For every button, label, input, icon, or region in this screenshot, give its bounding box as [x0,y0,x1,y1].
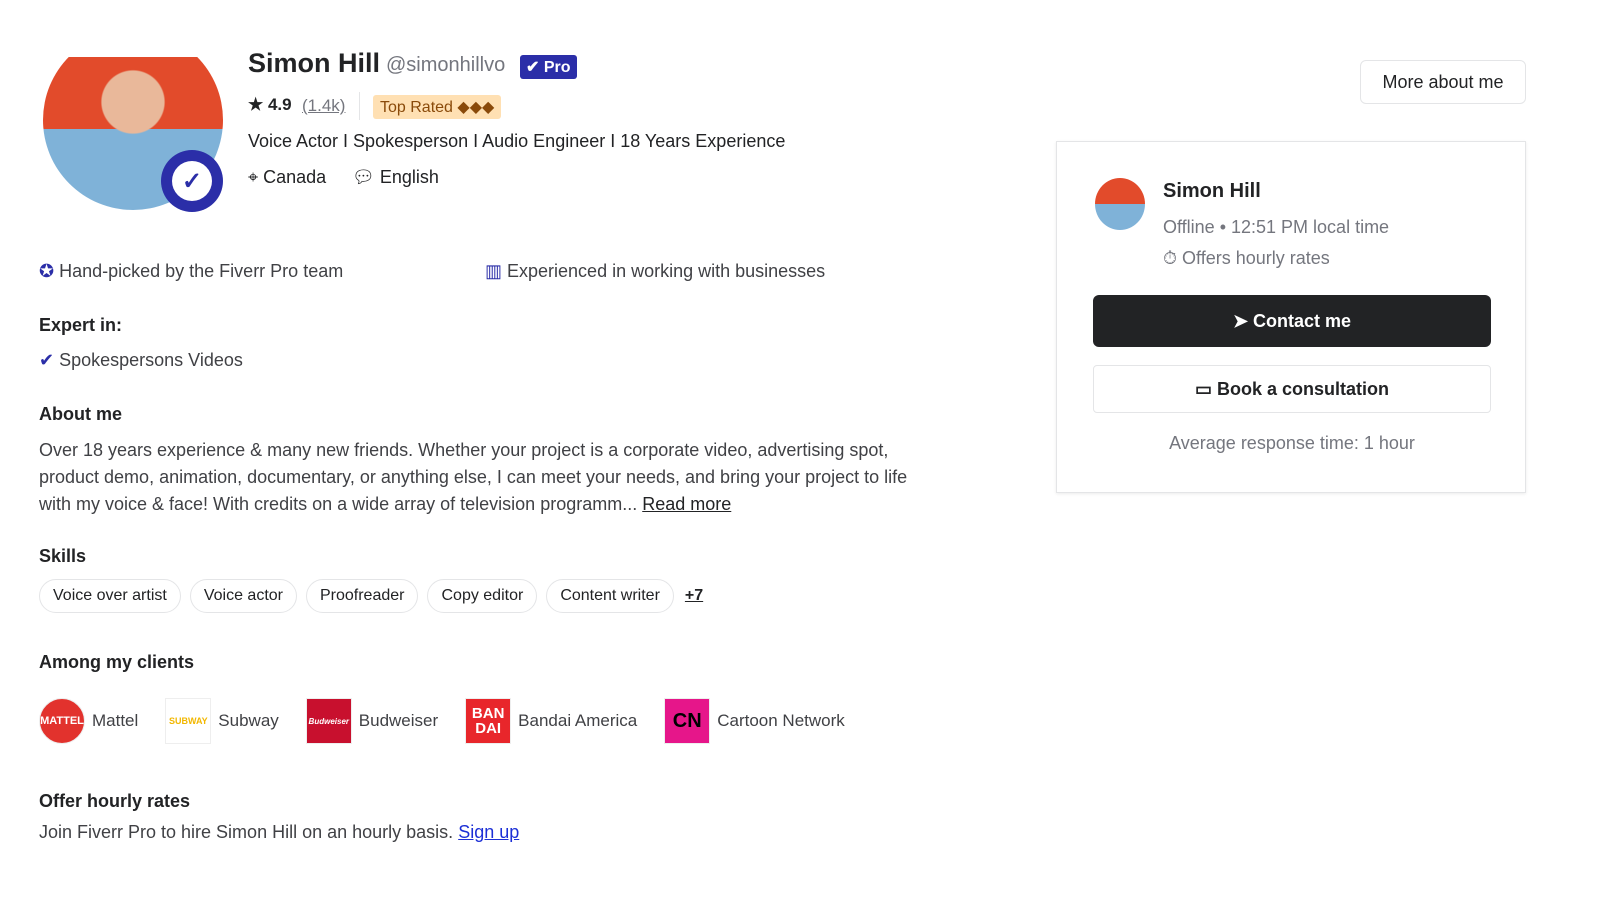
language: 💬︎ English [352,167,439,188]
send-icon: ➤ [1232,310,1254,331]
client-cartoon-network: CN Cartoon Network [664,698,845,744]
client-subway: SUBWAY Subway [165,698,279,744]
highlight-text: Experienced in working with businesses [507,261,826,281]
sign-up-link[interactable]: Sign up [458,822,519,842]
client-name: Cartoon Network [717,711,845,730]
read-more-link[interactable]: Read more [642,494,731,514]
contact-label: Contact me [1253,310,1352,331]
skill-chip[interactable]: Proofreader [305,579,419,613]
divider [359,92,360,120]
skills-list: Voice over artist Voice actor Proofreade… [39,579,703,613]
expert-text: Spokespersons Videos [59,350,243,370]
skill-chip[interactable]: Copy editor [427,579,538,613]
book-label: Book a consultation [1217,378,1390,399]
highlight-text: Hand-picked by the Fiverr Pro team [59,261,344,281]
client-bandai: BAN DAI Bandai America [465,698,637,744]
card-avatar [1095,178,1145,230]
profile-name: Simon Hill [248,48,381,78]
more-skills-link[interactable]: +7 [685,587,703,605]
pro-check-icon: ✔ [526,59,544,76]
rating: ★ 4.9 [248,95,292,115]
hourly-body: Join Fiverr Pro to hire Simon Hill on an… [39,822,454,842]
review-count[interactable]: (1.4k) [302,96,345,116]
highlight-handpicked: ✪ Hand-picked by the Fiverr Pro team [39,261,343,282]
book-consultation-button[interactable]: ▭ Book a consultation [1093,365,1491,413]
about-heading: About me [39,404,122,424]
contact-me-button[interactable]: ➤ Contact me [1093,295,1491,347]
stopwatch-icon: ⏱ [1163,248,1183,268]
skill-chip[interactable]: Content writer [546,579,674,613]
about-body: Over 18 years experience & many new frie… [39,440,908,514]
tagline: Voice Actor I Spokesperson I Audio Engin… [248,131,786,151]
client-name: Budweiser [358,711,439,730]
client-name: Mattel [92,711,139,730]
location: ⌖ Canada [248,167,326,188]
client-name: Bandai America [518,711,638,730]
card-status: Offline • 12:51 PM local time [1163,217,1390,237]
verified-badge-icon: ✓ [161,150,223,212]
pro-label: Pro [543,59,571,76]
country: Canada [263,167,327,187]
highlight-business: ▥ Experienced in working with businesses [485,261,825,282]
hourly-text: Join Fiverr Pro to hire Simon Hill on an… [39,822,519,843]
location-pin-icon: ⌖ [248,167,264,187]
clients-list: MATTEL Mattel SUBWAY Subway Budweiser Budwe… [39,698,872,744]
skills-heading: Skills [39,546,87,566]
more-about-me-button[interactable]: More about me [1360,60,1526,104]
card-hourly: ⏱ Offers hourly rates [1163,248,1330,269]
client-budweiser: Budweiser Budweiser [305,698,439,744]
client-mattel: MATTEL Mattel [39,698,138,744]
pro-badge: ✔ Pro [520,55,577,79]
expert-item: ✔ Spokespersons Videos [39,350,243,371]
star-icon: ★ [248,95,268,114]
subway-logo: SUBWAY [165,698,212,744]
clients-heading: Among my clients [39,652,195,672]
hourly-heading: Offer hourly rates [39,791,191,811]
language-label: English [379,167,439,187]
building-icon: ▥ [485,261,508,281]
about-text: Over 18 years experience & many new frie… [39,437,929,518]
speech-bubble-icon: 💬︎ [352,167,380,187]
rating-value: 4.9 [267,95,292,114]
skill-chip[interactable]: Voice over artist [39,579,181,613]
mattel-logo: MATTEL [39,698,85,744]
profile-handle: @simonhillvo [386,54,506,76]
contact-card: Simon Hill Offline • 12:51 PM local time… [1056,141,1526,493]
cartoon-network-logo: CN [664,698,711,744]
skill-chip[interactable]: Voice actor [189,579,297,613]
response-time: Average response time: 1 hour [1169,433,1415,453]
badge-check-icon: ✪ [39,261,60,281]
bandai-logo: BAN DAI [465,698,512,744]
card-name: Simon Hill [1163,180,1261,202]
video-icon: ▭ [1194,378,1217,399]
top-rated-badge: Top Rated ◆◆◆ [373,95,502,119]
card-hourly-text: Offers hourly rates [1182,248,1330,268]
expert-heading: Expert in: [39,315,123,335]
client-name: Subway [218,711,279,730]
budweiser-logo: Budweiser [305,698,352,744]
check-badge-icon: ✔ [39,350,60,370]
